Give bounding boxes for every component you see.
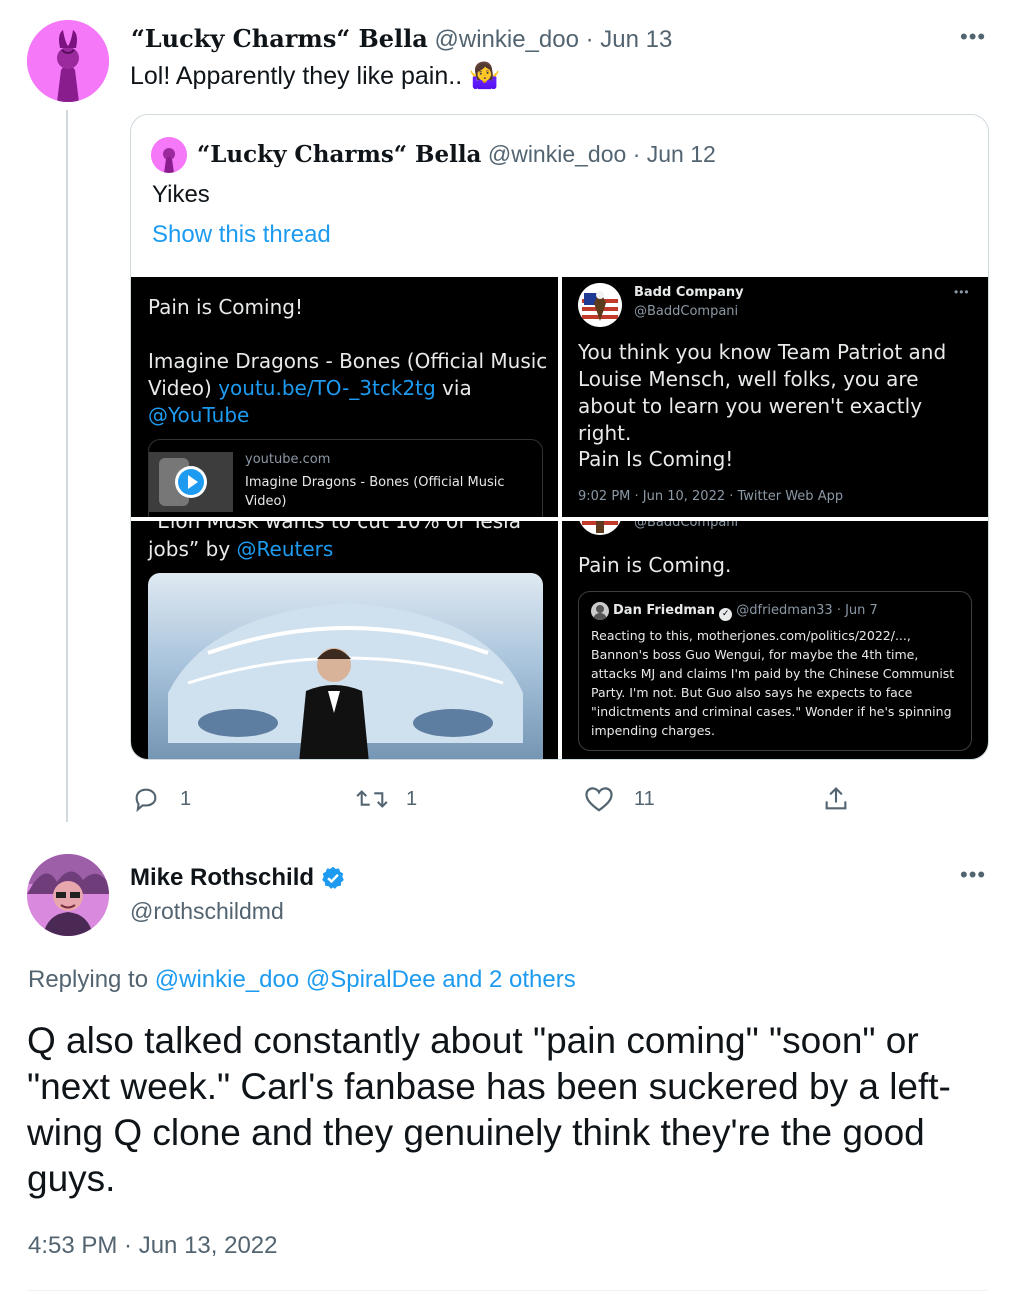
reply-button[interactable]: 1 — [132, 784, 191, 814]
more-options-icon[interactable]: ••• — [960, 26, 986, 48]
media-image-3[interactable]: "Elon Musk wants to cut 10% of Tesla job… — [131, 521, 558, 759]
img1-line4: @YouTube — [148, 403, 250, 427]
quoted-text: Yikes — [152, 181, 210, 208]
reply-count: 1 — [180, 787, 192, 810]
avatar-image — [27, 20, 109, 102]
quoted-date: · Jun 12 — [632, 141, 716, 167]
media-grid[interactable]: Pain is Coming! Imagine Dragons - Bones … — [131, 277, 988, 759]
quoted-handle: @winkie_doo — [487, 141, 627, 167]
img1-link: youtu.be/TO-_3tck2tg — [218, 376, 436, 400]
show-thread-link[interactable]: Show this thread — [152, 221, 331, 249]
verified-badge-icon — [320, 865, 346, 891]
tweet-timestamp[interactable]: 4:53 PM · Jun 13, 2022 — [28, 1232, 278, 1260]
avatar[interactable] — [27, 854, 109, 936]
img1-line2: Imagine Dragons - Bones (Official Music — [148, 349, 548, 373]
play-icon — [175, 466, 207, 498]
avatar-image — [27, 854, 109, 936]
img1-line3-pre: Video) — [148, 376, 219, 400]
display-name[interactable]: Mike Rothschild — [130, 864, 314, 892]
img1-thumbnail — [149, 452, 233, 512]
quoted-tweet[interactable]: “Lucky Charms“ Bella @winkie_doo · Jun 1… — [130, 114, 989, 760]
quoted-avatar-image — [151, 137, 187, 173]
like-button[interactable]: 11 — [584, 784, 655, 814]
more-options-icon[interactable]: ••• — [960, 864, 986, 886]
handle[interactable]: @rothschildmd — [130, 898, 284, 925]
img4-quoted-card: Dan Friedman ✓ @dfriedman33 · Jun 7 Reac… — [578, 591, 972, 751]
badd-company-avatar — [578, 283, 622, 327]
share-icon — [825, 787, 847, 810]
tesla-car-illustration — [168, 603, 523, 759]
dan-friedman-avatar — [591, 602, 609, 620]
badd-company-handle: @BaddCompani — [634, 304, 739, 319]
img1-card-title: Imagine Dragons - Bones (Official Music … — [245, 475, 505, 509]
img1-link-card: youtube.com Imagine Dragons - Bones (Off… — [148, 439, 543, 517]
retweet-count: 1 — [406, 787, 418, 810]
reply-icon — [135, 788, 157, 813]
share-button[interactable] — [822, 784, 850, 814]
emoji: 🤷‍♀️ — [469, 62, 501, 90]
tesla-photo — [148, 573, 543, 759]
retweet-icon — [356, 790, 388, 808]
img2-text: You think you know Team Patriot and Loui… — [578, 340, 947, 445]
img3-link: @Reuters — [236, 537, 334, 561]
img3-cut-line: "Elon Musk wants to cut 10% of Tesla — [148, 521, 521, 533]
tweet-date[interactable]: · Jun 13 — [586, 26, 673, 53]
tweet-text: Q also talked constantly about "pain com… — [27, 1020, 951, 1199]
badd-company-name: Badd Company — [634, 285, 744, 300]
media-image-4[interactable]: @BaddCompani Pain is Coming. Dan Friedma… — [562, 521, 988, 759]
dan-friedman-handle: @dfriedman33 · Jun 7 — [736, 603, 878, 618]
avatar[interactable] — [27, 20, 109, 102]
like-count: 11 — [634, 787, 655, 810]
replying-to-label: Replying to — [28, 966, 155, 993]
img1-line3-post: via — [435, 376, 472, 400]
heart-icon — [585, 787, 613, 812]
thread-line — [66, 110, 68, 822]
dan-friedman-text: Reacting to this, motherjones.com/politi… — [591, 628, 955, 738]
handle[interactable]: @winkie_doo — [435, 26, 579, 53]
img4-text: Pain is Coming. — [578, 553, 732, 577]
img1-card-domain: youtube.com — [245, 452, 331, 467]
media-image-1[interactable]: Pain is Coming! Imagine Dragons - Bones … — [131, 277, 558, 517]
img4-avatar-cut — [578, 521, 622, 535]
tweet-text: Lol! Apparently they like pain.. — [130, 62, 463, 90]
img1-line1: Pain is Coming! — [148, 295, 303, 319]
img2-more-icon: ••• — [954, 285, 970, 299]
img3-line: jobs” by — [148, 537, 237, 561]
img4-cut-line: @BaddCompani — [634, 521, 739, 530]
img2-text2: Pain Is Coming! — [578, 447, 734, 471]
divider — [27, 1290, 987, 1291]
replying-to-links[interactable]: @winkie_doo @SpiralDee and 2 others — [155, 966, 576, 993]
dan-friedman-name: Dan Friedman — [613, 603, 715, 618]
img2-meta: 9:02 PM · Jun 10, 2022 · Twitter Web App — [578, 489, 844, 504]
quoted-avatar — [151, 137, 187, 173]
display-name[interactable]: “Lucky Charms“ Bella — [131, 24, 428, 53]
media-image-2[interactable]: Badd Company @BaddCompani ••• You think … — [562, 277, 988, 517]
verified-badge-icon: ✓ — [719, 608, 733, 621]
eagle-flag-icon — [578, 283, 622, 327]
quoted-display-name: “Lucky Charms“ Bella — [197, 141, 482, 168]
retweet-button[interactable]: 1 — [356, 784, 417, 814]
